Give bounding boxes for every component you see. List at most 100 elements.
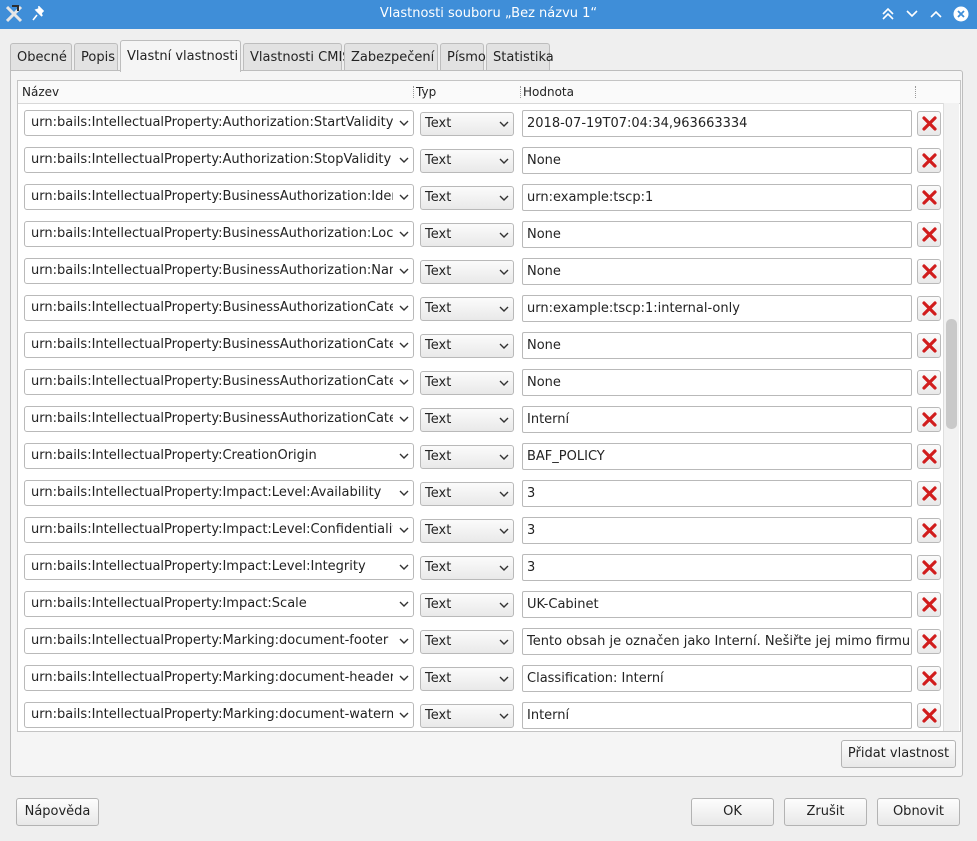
- remove-property-button[interactable]: [917, 592, 941, 617]
- property-type-dropdown[interactable]: Text: [420, 186, 514, 210]
- property-type-text: Text: [425, 153, 452, 168]
- property-value-field[interactable]: urn:example:tscp:1:internal-only: [522, 295, 912, 322]
- property-type-dropdown[interactable]: Text: [420, 408, 514, 432]
- property-value-field[interactable]: Interní: [522, 702, 912, 729]
- vertical-scrollbar[interactable]: [943, 103, 959, 731]
- property-name-combobox[interactable]: urn:bails:IntellectualProperty:Marking:d…: [24, 628, 414, 654]
- delete-icon: [922, 190, 937, 205]
- remove-property-button[interactable]: [917, 555, 941, 580]
- property-name-combobox[interactable]: urn:bails:IntellectualProperty:Impact:Sc…: [24, 591, 414, 617]
- property-type-dropdown[interactable]: Text: [420, 593, 514, 617]
- property-type-dropdown[interactable]: Text: [420, 149, 514, 173]
- property-type-dropdown[interactable]: Text: [420, 445, 514, 469]
- delete-icon: [922, 264, 937, 279]
- property-value-field[interactable]: Classification: Interní: [522, 665, 912, 692]
- property-name-combobox[interactable]: urn:bails:IntellectualProperty:Authoriza…: [24, 147, 414, 173]
- column-header-type[interactable]: Typ: [416, 81, 436, 103]
- column-separator[interactable]: [915, 86, 917, 98]
- column-header-name[interactable]: Název: [22, 81, 59, 103]
- property-type-dropdown[interactable]: Text: [420, 334, 514, 358]
- remove-property-button[interactable]: [917, 518, 941, 543]
- close-icon[interactable]: [953, 6, 969, 22]
- property-value-field[interactable]: urn:example:tscp:1: [522, 184, 912, 211]
- tab-general[interactable]: Obecné: [10, 43, 72, 70]
- property-type-dropdown[interactable]: Text: [420, 704, 514, 728]
- remove-property-button[interactable]: [917, 333, 941, 358]
- remove-property-button[interactable]: [917, 111, 941, 136]
- property-type-dropdown[interactable]: Text: [420, 630, 514, 654]
- tab-custom-properties[interactable]: Vlastní vlastnosti: [120, 40, 241, 72]
- remove-property-button[interactable]: [917, 666, 941, 691]
- property-value-text: None: [527, 338, 561, 353]
- property-name-combobox[interactable]: urn:bails:IntellectualProperty:BusinessA…: [24, 295, 414, 321]
- property-value-field[interactable]: Interní: [522, 406, 912, 433]
- property-value-field[interactable]: BAF_POLICY: [522, 443, 912, 470]
- tab-security[interactable]: Zabezpečení: [344, 43, 438, 70]
- column-separator[interactable]: [413, 86, 415, 98]
- property-type-dropdown[interactable]: Text: [420, 112, 514, 136]
- property-name-combobox[interactable]: urn:bails:IntellectualProperty:BusinessA…: [24, 406, 414, 432]
- property-name-combobox[interactable]: urn:bails:IntellectualProperty:Impact:Le…: [24, 554, 414, 580]
- property-name-combobox[interactable]: urn:bails:IntellectualProperty:CreationO…: [24, 443, 414, 469]
- property-name-combobox[interactable]: urn:bails:IntellectualProperty:BusinessA…: [24, 332, 414, 358]
- property-value-field[interactable]: None: [522, 332, 912, 359]
- property-name-combobox[interactable]: urn:bails:IntellectualProperty:BusinessA…: [24, 221, 414, 247]
- column-separator[interactable]: [520, 86, 522, 98]
- scrollbar-thumb[interactable]: [946, 319, 957, 429]
- property-value-field[interactable]: Tento obsah je označen jako Interní. Neš…: [522, 628, 912, 655]
- ok-button[interactable]: OK: [691, 798, 774, 826]
- cancel-button[interactable]: Zrušit: [784, 798, 867, 826]
- minimize-icon[interactable]: [904, 6, 920, 22]
- property-value-field[interactable]: 2018-07-19T07:04:34,963663334: [522, 110, 912, 137]
- maximize-icon[interactable]: [928, 6, 944, 22]
- property-value-field[interactable]: None: [522, 369, 912, 396]
- property-name-combobox[interactable]: urn:bails:IntellectualProperty:BusinessA…: [24, 369, 414, 395]
- remove-property-button[interactable]: [917, 222, 941, 247]
- property-type-dropdown[interactable]: Text: [420, 667, 514, 691]
- property-type-dropdown[interactable]: Text: [420, 260, 514, 284]
- tab-cmis-properties[interactable]: Vlastnosti CMIS: [243, 43, 351, 70]
- property-name-combobox[interactable]: urn:bails:IntellectualProperty:Marking:d…: [24, 702, 414, 728]
- property-name-combobox[interactable]: urn:bails:IntellectualProperty:Impact:Le…: [24, 517, 414, 543]
- reset-button[interactable]: Obnovit: [877, 798, 960, 826]
- remove-property-button[interactable]: [917, 259, 941, 284]
- property-name-combobox[interactable]: urn:bails:IntellectualProperty:BusinessA…: [24, 184, 414, 210]
- remove-property-button[interactable]: [917, 185, 941, 210]
- property-value-field[interactable]: 3: [522, 480, 912, 507]
- property-type-dropdown[interactable]: Text: [420, 297, 514, 321]
- add-property-button[interactable]: Přidat vlastnost: [841, 740, 956, 768]
- remove-property-button[interactable]: [917, 370, 941, 395]
- property-value-field[interactable]: None: [522, 258, 912, 285]
- remove-property-button[interactable]: [917, 629, 941, 654]
- property-type-dropdown[interactable]: Text: [420, 519, 514, 543]
- property-type-dropdown[interactable]: Text: [420, 556, 514, 580]
- property-type-dropdown[interactable]: Text: [420, 223, 514, 247]
- property-value-field[interactable]: 3: [522, 554, 912, 581]
- property-value-field[interactable]: 3: [522, 517, 912, 544]
- property-type-dropdown[interactable]: Text: [420, 482, 514, 506]
- property-value-field[interactable]: None: [522, 221, 912, 248]
- property-name-text: urn:bails:IntellectualProperty:Marking:d…: [31, 707, 393, 722]
- remove-property-button[interactable]: [917, 407, 941, 432]
- property-value-field[interactable]: None: [522, 147, 912, 174]
- tab-statistics[interactable]: Statistika: [486, 43, 554, 70]
- property-value-field[interactable]: UK-Cabinet: [522, 591, 912, 618]
- remove-property-button[interactable]: [917, 148, 941, 173]
- property-type-dropdown[interactable]: Text: [420, 371, 514, 395]
- remove-property-button[interactable]: [917, 481, 941, 506]
- help-button[interactable]: Nápověda: [16, 798, 99, 826]
- remove-property-button[interactable]: [917, 703, 941, 728]
- keep-above-icon[interactable]: [880, 6, 896, 22]
- tab-description[interactable]: Popis: [74, 43, 118, 70]
- property-name-combobox[interactable]: urn:bails:IntellectualProperty:BusinessA…: [24, 258, 414, 284]
- remove-property-button[interactable]: [917, 296, 941, 321]
- tab-font[interactable]: Písmo: [440, 43, 486, 70]
- column-header-value[interactable]: Hodnota: [523, 81, 574, 103]
- property-name-combobox[interactable]: urn:bails:IntellectualProperty:Authoriza…: [24, 110, 414, 136]
- property-value-text: 3: [527, 486, 536, 501]
- property-type-text: Text: [425, 597, 452, 612]
- property-name-combobox[interactable]: urn:bails:IntellectualProperty:Impact:Le…: [24, 480, 414, 506]
- remove-property-button[interactable]: [917, 444, 941, 469]
- chevron-down-icon: [499, 121, 509, 127]
- property-name-combobox[interactable]: urn:bails:IntellectualProperty:Marking:d…: [24, 665, 414, 691]
